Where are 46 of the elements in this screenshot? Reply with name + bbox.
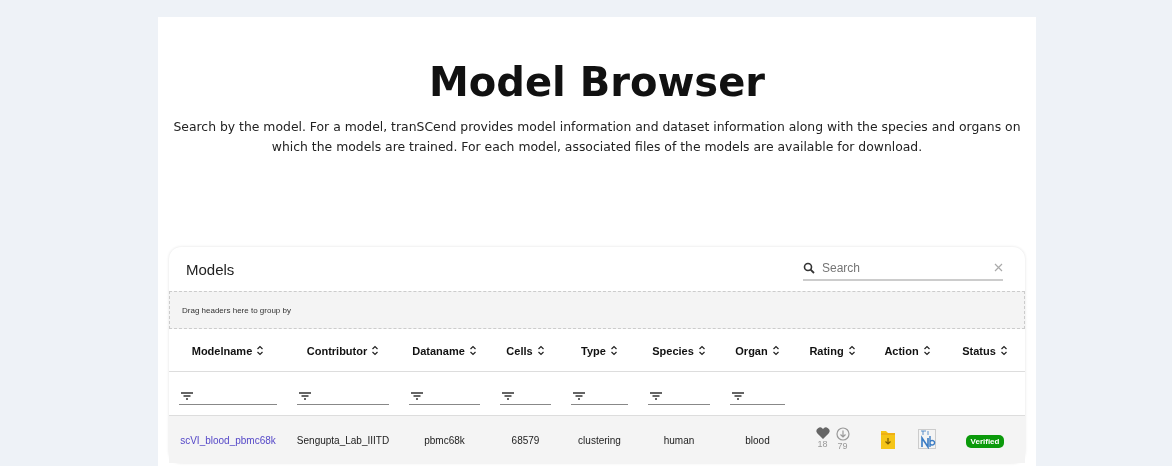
column-header[interactable]: Type bbox=[581, 344, 606, 357]
like-count: 18 bbox=[817, 439, 828, 450]
column-header[interactable]: Dataname bbox=[412, 344, 465, 357]
column-header[interactable]: Contributor bbox=[306, 344, 368, 357]
filter-icon bbox=[299, 391, 311, 400]
column-header[interactable]: Species bbox=[652, 344, 694, 357]
search-icon bbox=[803, 261, 815, 274]
sort-icon[interactable] bbox=[609, 345, 618, 357]
sort-icon[interactable] bbox=[468, 345, 477, 357]
notebook-icon[interactable] bbox=[917, 429, 936, 450]
download-count: 79 bbox=[837, 441, 848, 452]
column-header[interactable]: Cells bbox=[506, 344, 533, 357]
status-badge: Verified bbox=[965, 435, 1005, 449]
sort-icon[interactable] bbox=[999, 345, 1008, 357]
column-header[interactable]: Modelname bbox=[191, 344, 253, 357]
sort-icon[interactable] bbox=[922, 345, 931, 357]
sort-icon[interactable] bbox=[371, 345, 380, 357]
page-description: Search by the model. For a model, tranSCend provides model information and dataset information along with the species and organs on which the models are trained. For each model, associated files of the models are available for download. bbox=[172, 118, 1022, 156]
table-cell: clustering bbox=[578, 435, 621, 447]
filter-icon bbox=[573, 391, 585, 400]
grid-title: Models bbox=[186, 260, 235, 278]
filter-icon bbox=[181, 391, 193, 400]
download-icon[interactable] bbox=[835, 427, 850, 442]
table-cell: blood bbox=[745, 435, 770, 447]
sort-icon[interactable] bbox=[256, 345, 265, 357]
table-cell: human bbox=[663, 435, 695, 447]
page-title: Model Browser bbox=[429, 58, 765, 107]
table-cell: 68579 bbox=[511, 435, 540, 447]
model-link[interactable]: scVI_blood_pbmc68k bbox=[180, 435, 276, 447]
sort-icon[interactable] bbox=[697, 345, 706, 357]
column-header[interactable]: Status bbox=[962, 344, 996, 357]
sort-icon[interactable] bbox=[536, 345, 545, 357]
filter-icon bbox=[411, 391, 423, 400]
filter-icon bbox=[650, 391, 662, 400]
column-header[interactable]: Organ bbox=[735, 344, 768, 357]
sort-icon[interactable] bbox=[771, 345, 780, 357]
column-header[interactable]: Rating bbox=[809, 344, 844, 357]
table-cell: pbmc68k bbox=[424, 435, 465, 447]
table-cell: Sengupta_Lab_IIITD bbox=[296, 435, 390, 447]
sort-icon[interactable] bbox=[847, 345, 856, 357]
folder-download-icon[interactable] bbox=[879, 428, 896, 450]
heart-icon[interactable] bbox=[815, 427, 830, 440]
group-by-hint: Drag headers here to group by bbox=[182, 305, 291, 315]
filter-icon bbox=[732, 391, 744, 400]
column-header[interactable]: Action bbox=[884, 344, 919, 357]
filter-icon bbox=[502, 391, 514, 400]
